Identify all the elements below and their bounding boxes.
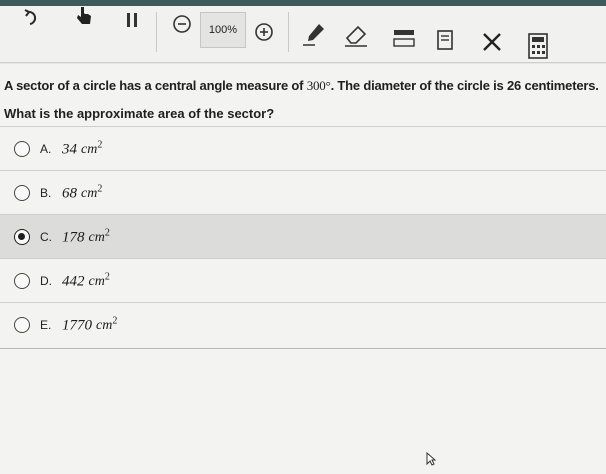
question-text-part1: A sector of a circle has a central angle…	[4, 78, 307, 93]
toolbar-separator	[288, 12, 289, 52]
question-prompt: What is the approximate area of the sect…	[4, 106, 275, 121]
choice-value: 442 cm2	[62, 272, 110, 291]
hand-pointer-icon[interactable]	[70, 2, 98, 30]
choice-letter: D.	[40, 274, 52, 288]
mouse-cursor-icon	[426, 451, 437, 469]
toolbar-separator	[156, 12, 157, 52]
choice-letter: E.	[40, 318, 52, 332]
radio-button[interactable]	[14, 141, 30, 157]
pause-icon[interactable]	[118, 6, 146, 34]
unit-exponent: 2	[104, 227, 110, 239]
unit-exponent: 2	[97, 183, 103, 195]
choice-value: 1770 cm2	[62, 316, 117, 335]
choice-number: 1770	[62, 317, 92, 334]
choice-unit: cm2	[96, 315, 118, 334]
answers-bottom-divider	[0, 348, 606, 349]
answer-choice-b[interactable]: B. 68 cm2	[0, 170, 606, 215]
calculator-icon[interactable]	[524, 32, 552, 60]
answer-choice-c[interactable]: C. 178 cm2	[0, 214, 606, 259]
unit-label: cm	[88, 230, 105, 246]
choice-value: 178 cm2	[62, 228, 110, 247]
unit-label: cm	[96, 318, 113, 334]
unit-label: cm	[88, 274, 105, 290]
question-text-part2: . The diameter of the circle is 26 centi…	[330, 78, 599, 93]
choice-value: 68 cm2	[62, 184, 102, 203]
answer-choice-d[interactable]: D. 442 cm2	[0, 258, 606, 303]
choice-letter: B.	[40, 186, 52, 200]
choice-number: 68	[62, 185, 77, 202]
choice-value: 34 cm2	[62, 140, 102, 159]
zoom-level: 100%	[200, 12, 246, 48]
undo-icon[interactable]	[18, 4, 46, 32]
zoom-out-icon[interactable]	[168, 10, 196, 38]
unit-exponent: 2	[112, 315, 118, 327]
toolbar: 100%	[0, 6, 606, 63]
eraser-icon[interactable]	[342, 22, 370, 50]
unit-label: cm	[81, 186, 98, 202]
unit-label: cm	[81, 142, 98, 158]
choice-number: 34	[62, 141, 77, 158]
unit-exponent: 2	[104, 271, 110, 283]
choice-letter: A.	[40, 142, 52, 156]
choice-unit: cm2	[81, 183, 103, 202]
question-text: A sector of a circle has a central angle…	[4, 78, 604, 94]
angle-value: 300°	[306, 78, 331, 93]
line-reader-icon[interactable]	[390, 24, 418, 52]
choice-letter: C.	[40, 230, 52, 244]
radio-button-selected[interactable]	[14, 229, 30, 245]
choice-number: 178	[62, 229, 85, 246]
pen-icon[interactable]	[300, 20, 328, 48]
radio-button[interactable]	[14, 273, 30, 289]
choice-unit: cm2	[88, 227, 110, 246]
answer-choice-a[interactable]: A. 34 cm2	[0, 126, 606, 171]
zoom-in-icon[interactable]	[250, 18, 278, 46]
unit-exponent: 2	[97, 139, 103, 151]
choice-unit: cm2	[81, 139, 103, 158]
radio-button[interactable]	[14, 185, 30, 201]
answer-masking-icon[interactable]	[432, 26, 460, 54]
answer-choice-e[interactable]: E. 1770 cm2	[0, 302, 606, 347]
choice-unit: cm2	[88, 271, 110, 290]
choice-number: 442	[62, 273, 85, 290]
radio-button[interactable]	[14, 317, 30, 333]
answer-eliminator-icon[interactable]	[478, 28, 506, 56]
